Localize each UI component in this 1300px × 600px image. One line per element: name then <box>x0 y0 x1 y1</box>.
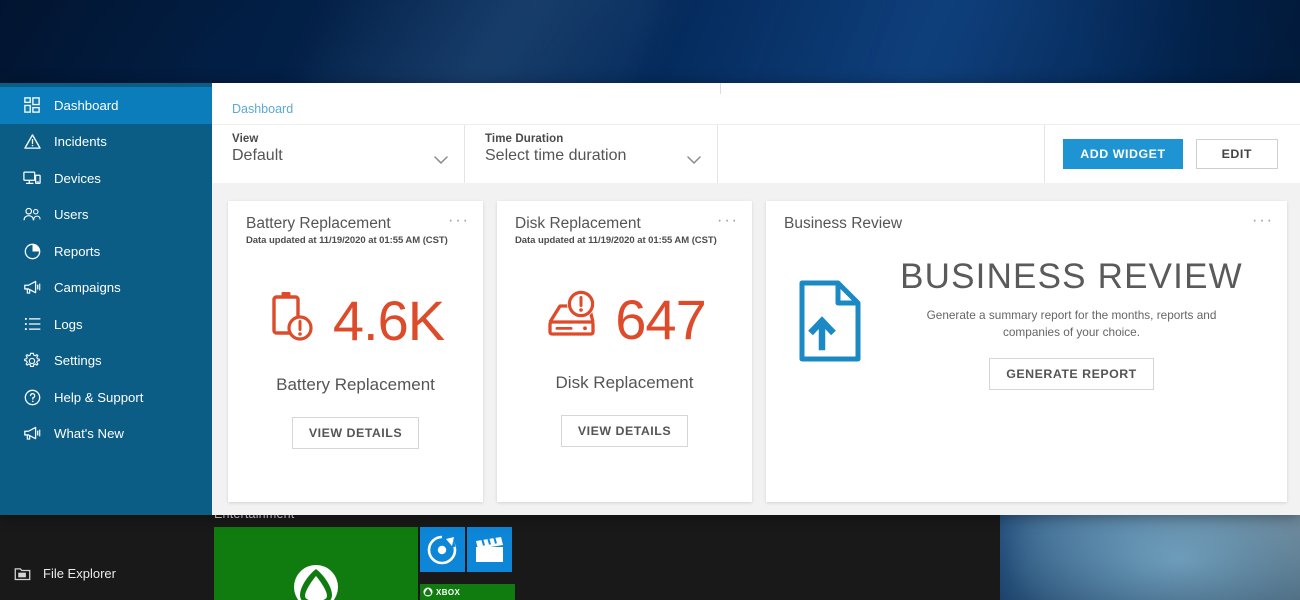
megaphone-icon <box>23 279 41 297</box>
question-circle-icon <box>23 388 41 406</box>
chevron-down-icon[interactable] <box>434 152 448 170</box>
add-widget-button[interactable]: ADD WIDGET <box>1063 139 1183 169</box>
sidebar-item-incidents[interactable]: Incidents <box>0 124 212 161</box>
business-review-text: BUSINESS REVIEW Generate a summary repor… <box>872 257 1271 391</box>
widget-overflow-menu-icon[interactable]: ··· <box>448 213 470 229</box>
widget-header: Business Review <box>766 201 1287 233</box>
widget-title: Disk Replacement <box>515 215 641 232</box>
widget-overflow-menu-icon[interactable]: ··· <box>717 213 739 229</box>
file-explorer-icon <box>14 567 31 580</box>
widget-kpi-label: Battery Replacement <box>276 375 435 394</box>
sidebar-item-label: Incidents <box>54 134 107 150</box>
start-tile-xbox[interactable] <box>214 527 418 600</box>
start-tile-video[interactable] <box>467 527 512 572</box>
xbox-icon <box>294 565 338 600</box>
start-tile-music[interactable] <box>420 527 465 572</box>
pie-chart-icon <box>23 242 41 260</box>
sidebar-item-label: Campaigns <box>54 280 121 296</box>
list-icon <box>23 315 41 333</box>
sidebar-item-label: Users <box>54 207 89 223</box>
widget-updated-timestamp: Data updated at 11/19/2020 at 01:55 AM (… <box>246 235 448 246</box>
time-duration-label: Time Duration <box>485 133 564 145</box>
business-review-heading: BUSINESS REVIEW <box>900 257 1243 296</box>
chevron-down-icon[interactable] <box>687 152 701 170</box>
sidebar-item-logs[interactable]: Logs <box>0 306 212 343</box>
battery-alert-icon <box>267 288 323 353</box>
widget-card-business-review: Business Review ··· BUSINESS REVIEW Gene… <box>766 201 1287 502</box>
widget-title: Business Review <box>784 215 903 232</box>
sidebar-item-campaigns[interactable]: Campaigns <box>0 270 212 307</box>
business-review-description: Generate a summary report for the months… <box>926 308 1217 340</box>
sidebar-item-label: Logs <box>54 316 83 332</box>
breadcrumb-item-dashboard[interactable]: Dashboard <box>232 102 293 116</box>
widget-grid: Battery Replacement Data updated at 11/1… <box>212 183 1300 502</box>
application-window: Dashboard Incidents Devices Users Report… <box>0 83 1300 515</box>
content-area: Dashboard View Default Time Duration Sel… <box>212 94 1300 515</box>
view-selector-label: View <box>232 133 259 145</box>
taskbar-item-label: File Explorer <box>43 565 116 581</box>
screen: Entertainment XBOX <box>0 0 1300 600</box>
time-duration-selector[interactable]: Time Duration Select time duration <box>465 125 718 183</box>
users-icon <box>23 206 41 224</box>
gear-icon <box>23 352 41 370</box>
view-selector[interactable]: View Default <box>212 125 465 183</box>
view-details-button[interactable]: VIEW DETAILS <box>560 415 689 447</box>
start-tile-xbox-label[interactable]: XBOX <box>420 584 515 600</box>
taskbar-item-file-explorer[interactable]: File Explorer <box>0 555 214 591</box>
view-details-button[interactable]: VIEW DETAILS <box>291 417 420 449</box>
document-upload-icon <box>796 279 864 368</box>
start-tile-xbox-text: XBOX <box>436 587 461 597</box>
sidebar-item-whats-new[interactable]: What's New <box>0 416 212 453</box>
megaphone-icon <box>23 425 41 443</box>
sidebar-item-label: Reports <box>54 243 101 259</box>
widget-card-battery-replacement: Battery Replacement Data updated at 11/1… <box>228 201 483 502</box>
sidebar-item-help-support[interactable]: Help & Support <box>0 379 212 416</box>
sidebar-navigation: Dashboard Incidents Devices Users Report… <box>0 83 212 515</box>
widget-header: Battery Replacement Data updated at 11/1… <box>228 201 483 246</box>
widget-card-disk-replacement: Disk Replacement Data updated at 11/19/2… <box>497 201 752 502</box>
edit-button[interactable]: EDIT <box>1195 139 1278 169</box>
widget-kpi-value: 647 <box>615 287 706 351</box>
widget-kpi: 4.6K <box>228 288 483 353</box>
music-disc-icon <box>427 535 457 565</box>
toolbar-spacer <box>718 125 1046 183</box>
business-review-body: BUSINESS REVIEW Generate a summary repor… <box>766 257 1287 391</box>
sidebar-item-label: What's New <box>54 426 124 442</box>
sidebar-item-label: Devices <box>54 170 101 186</box>
widget-kpi-value: 4.6K <box>332 288 445 352</box>
widget-header: Disk Replacement Data updated at 11/19/2… <box>497 201 752 246</box>
monitor-device-icon <box>23 169 41 187</box>
sidebar-item-reports[interactable]: Reports <box>0 233 212 270</box>
toolbar-actions: ADD WIDGET EDIT <box>1045 125 1300 183</box>
widget-overflow-menu-icon[interactable]: ··· <box>1252 213 1274 229</box>
sidebar-item-dashboard[interactable]: Dashboard <box>0 87 212 124</box>
widget-title: Battery Replacement <box>246 215 391 232</box>
sidebar-item-label: Settings <box>54 353 102 369</box>
clapperboard-icon <box>476 536 503 562</box>
dashboard-grid-icon <box>23 96 41 114</box>
sidebar-item-devices[interactable]: Devices <box>0 160 212 197</box>
warning-triangle-icon <box>23 133 41 151</box>
dashboard-toolbar: View Default Time Duration Select time d… <box>212 124 1300 183</box>
widget-updated-timestamp: Data updated at 11/19/2020 at 01:55 AM (… <box>515 235 717 246</box>
sidebar-item-users[interactable]: Users <box>0 197 212 234</box>
time-duration-value: Select time duration <box>485 147 627 164</box>
generate-report-button[interactable]: GENERATE REPORT <box>989 358 1154 391</box>
xbox-small-icon <box>423 587 433 597</box>
tab-divider <box>720 83 721 94</box>
widget-kpi: 647 <box>497 288 752 351</box>
sidebar-item-settings[interactable]: Settings <box>0 343 212 380</box>
disk-alert-icon <box>543 288 605 351</box>
sidebar-item-label: Dashboard <box>54 97 119 113</box>
widget-kpi-label: Disk Replacement <box>555 373 694 392</box>
breadcrumb: Dashboard <box>212 94 1300 124</box>
sidebar-item-label: Help & Support <box>54 389 144 405</box>
view-selector-value: Default <box>232 147 283 164</box>
